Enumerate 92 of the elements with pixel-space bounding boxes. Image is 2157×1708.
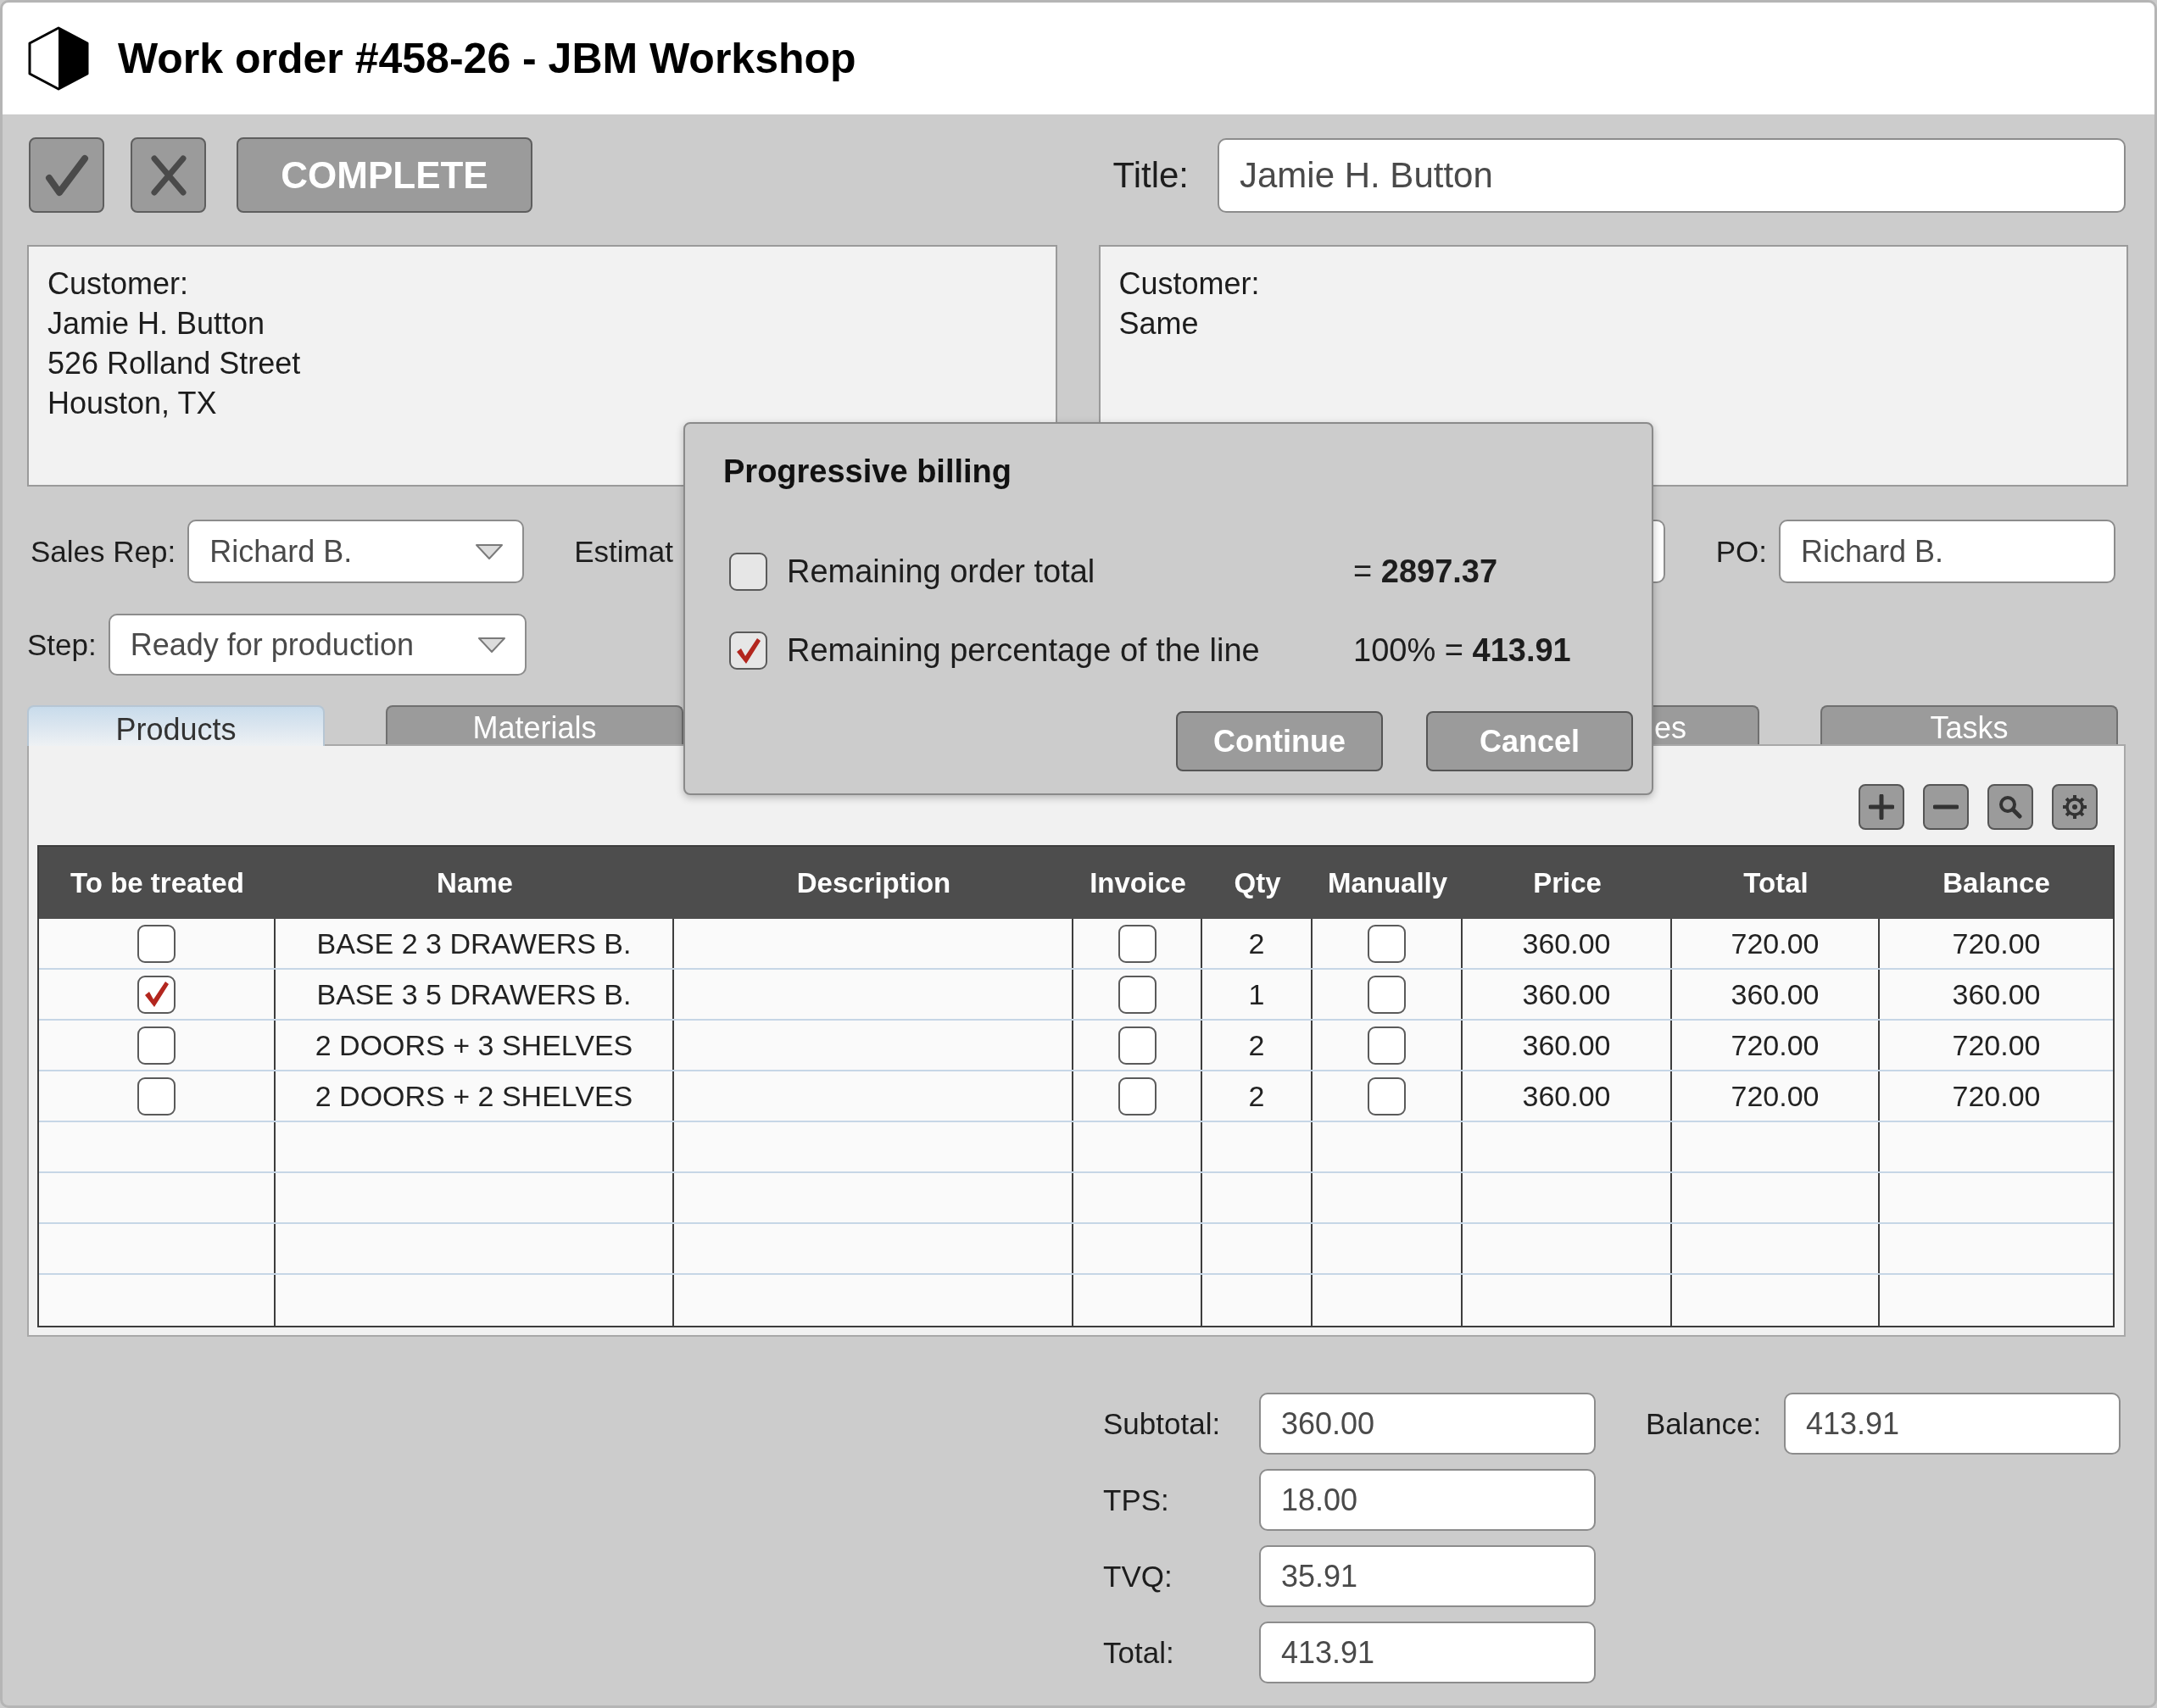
sales-rep-dropdown[interactable]: Richard B.	[187, 520, 525, 583]
search-icon	[1998, 795, 2022, 819]
column-header[interactable]: To be treated	[39, 847, 276, 919]
checkbox[interactable]	[729, 553, 767, 591]
remove-button[interactable]	[1923, 784, 1969, 830]
window-title: Work order #458-26 - JBM Workshop	[118, 34, 856, 83]
column-header[interactable]: Name	[276, 847, 674, 919]
option-label: Remaining percentage of the line	[787, 632, 1261, 669]
amount-field[interactable]: 18.00	[1259, 1469, 1596, 1531]
checkbox[interactable]	[1118, 975, 1157, 1014]
table-cell: 2 DOORS + 3 SHELVES	[276, 1021, 674, 1070]
table-cell: 2	[1202, 1071, 1313, 1121]
column-header[interactable]: Balance	[1880, 847, 2113, 919]
settings-button[interactable]	[2052, 784, 2098, 830]
checkbox[interactable]	[1368, 924, 1406, 963]
dropdown-arrow-icon	[475, 542, 504, 560]
search-button[interactable]	[1987, 784, 2033, 830]
amount-field[interactable]: 413.91	[1259, 1622, 1596, 1683]
add-button[interactable]	[1859, 784, 1904, 830]
table-cell: 360.00	[1463, 970, 1672, 1019]
checkbox[interactable]	[729, 631, 767, 670]
amount-label: Subtotal:	[1103, 1406, 1222, 1441]
gear-icon	[2062, 794, 2087, 820]
customer-heading: Customer:	[1118, 265, 1261, 303]
address-line: Jamie H. Button	[47, 305, 266, 342]
amount-field[interactable]: 35.91	[1259, 1545, 1596, 1607]
checkbox[interactable]	[1368, 1077, 1406, 1115]
step-dropdown[interactable]: Ready for production	[108, 614, 527, 676]
dropdown-arrow-icon	[477, 636, 506, 654]
checkmark-icon	[143, 981, 170, 1008]
table-cell: 720.00	[1672, 1071, 1880, 1121]
table-cell-text: 720.00	[1951, 1078, 2042, 1114]
amount-field[interactable]: 360.00	[1259, 1393, 1596, 1455]
amount-label: Total:	[1103, 1635, 1175, 1670]
x-icon	[149, 153, 187, 197]
po-field[interactable]: Richard B.	[1779, 520, 2115, 583]
table-cell-text: 720.00	[1951, 1027, 2042, 1063]
checkbox[interactable]	[137, 1026, 176, 1065]
amount-label: TPS:	[1103, 1483, 1170, 1517]
title-field[interactable]: Jamie H. Button	[1218, 137, 2126, 213]
customer-heading: Customer:	[47, 265, 190, 303]
column-header[interactable]: Invoice	[1073, 847, 1202, 919]
address-line: Houston, TX	[47, 385, 218, 422]
checkbox[interactable]	[1368, 1026, 1406, 1065]
column-header[interactable]: Total	[1672, 847, 1880, 919]
option-amount: = 2897.37	[1353, 554, 1499, 590]
table-cell-text: 720.00	[1951, 926, 2042, 961]
checkbox[interactable]	[1368, 975, 1406, 1014]
step-label: Step:	[27, 627, 97, 662]
column-header[interactable]: Qty	[1202, 847, 1313, 919]
table-cell: 360.00	[1463, 1021, 1672, 1070]
table-cell: 360.00	[1672, 970, 1880, 1019]
table-cell: 360.00	[1463, 919, 1672, 968]
minus-icon	[1933, 804, 1959, 809]
dialog-title: Progressive billing	[723, 453, 1012, 491]
table-cell: 720.00	[1672, 919, 1880, 968]
title-label: Title:	[1112, 154, 1189, 196]
table-cell: 2	[1202, 1021, 1313, 1070]
table-cell-text: 360.00	[1951, 976, 2042, 1012]
address-line: Same	[1118, 305, 1200, 342]
column-header[interactable]: Description	[674, 847, 1073, 919]
cancel-button[interactable]	[131, 137, 206, 213]
checkbox[interactable]	[1118, 924, 1157, 963]
tab[interactable]: Products	[27, 705, 325, 746]
hexagon-logo-icon	[27, 26, 90, 91]
po-label: PO:	[1715, 534, 1767, 569]
confirm-button[interactable]	[29, 137, 104, 213]
table-cell: BASE 2 3 DRAWERS B.	[276, 919, 674, 968]
address-line: 526 Rolland Street	[47, 345, 302, 382]
table-cell: 360.00	[1463, 1071, 1672, 1121]
table-cell: 1	[1202, 970, 1313, 1019]
checkbox[interactable]	[1118, 1026, 1157, 1065]
table-cell: 2	[1202, 919, 1313, 968]
estimate-label: Estimat	[574, 534, 673, 569]
checkbox[interactable]	[137, 924, 176, 963]
checkmark-icon	[44, 153, 89, 197]
plus-icon	[1869, 794, 1894, 820]
checkbox[interactable]	[137, 975, 176, 1014]
option-amount: 100% = 413.91	[1353, 632, 1572, 669]
table-cell: 720.00	[1672, 1021, 1880, 1070]
column-header[interactable]: Price	[1463, 847, 1672, 919]
amount-label: TVQ:	[1103, 1559, 1173, 1594]
option-label: Remaining order total	[787, 554, 1096, 590]
column-header[interactable]: Manually	[1313, 847, 1463, 919]
table-cell: BASE 3 5 DRAWERS B.	[276, 970, 674, 1019]
checkmark-icon	[735, 637, 761, 665]
balance-field[interactable]: 413.91	[1784, 1393, 2121, 1455]
checkbox[interactable]	[1118, 1077, 1157, 1115]
checkbox[interactable]	[137, 1077, 176, 1115]
table-cell: 2 DOORS + 2 SHELVES	[276, 1071, 674, 1121]
balance-label: Balance:	[1646, 1406, 1763, 1441]
sales-rep-label: Sales Rep:	[31, 534, 176, 569]
